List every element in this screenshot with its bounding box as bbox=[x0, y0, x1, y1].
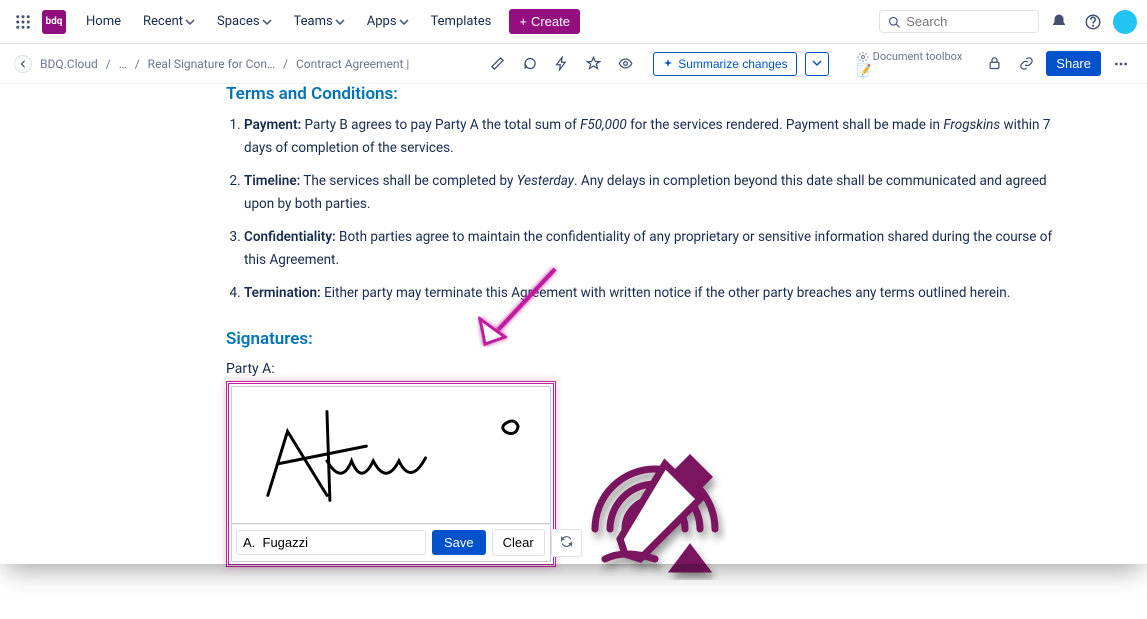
nav-templates[interactable]: Templates bbox=[423, 8, 500, 35]
star-icon[interactable] bbox=[581, 52, 605, 76]
signature-widget: Save Clear bbox=[226, 381, 556, 567]
term-label: Termination: bbox=[244, 285, 321, 301]
share-button[interactable]: Share bbox=[1046, 51, 1101, 76]
term-label: Payment: bbox=[244, 117, 301, 133]
signature-clear-button[interactable]: Clear bbox=[492, 529, 545, 556]
terms-list: Payment: Party B agrees to pay Party A t… bbox=[226, 114, 1147, 305]
document-content: Terms and Conditions: Payment: Party B a… bbox=[0, 84, 1147, 567]
more-icon[interactable] bbox=[1109, 52, 1133, 76]
signature-refresh-button[interactable] bbox=[551, 529, 582, 557]
signature-canvas[interactable] bbox=[231, 386, 551, 524]
search-icon bbox=[888, 15, 900, 29]
doc-toolbox-label: Document toolbox bbox=[873, 50, 963, 63]
chevron-down-icon bbox=[399, 17, 409, 27]
link-icon[interactable] bbox=[1014, 52, 1038, 76]
sidebar-collapse-icon[interactable] bbox=[14, 55, 32, 73]
term-label: Confidentiality: bbox=[244, 229, 336, 245]
refresh-icon bbox=[560, 535, 573, 548]
create-label: Create bbox=[531, 14, 570, 29]
chevron-down-icon bbox=[335, 17, 345, 27]
term-payment: Payment: Party B agrees to pay Party A t… bbox=[244, 114, 1147, 160]
term-text: Party B agrees to pay Party A the total … bbox=[301, 117, 580, 133]
nav-spaces-label: Spaces bbox=[217, 14, 260, 29]
restrict-icon[interactable] bbox=[982, 52, 1006, 76]
nav-teams[interactable]: Teams bbox=[286, 8, 353, 35]
breadcrumb-page1[interactable]: Real Signature for Con… bbox=[148, 57, 275, 71]
nav-teams-label: Teams bbox=[294, 14, 333, 29]
term-text: The services shall be completed by bbox=[300, 173, 516, 189]
terms-heading: Terms and Conditions: bbox=[226, 84, 1147, 104]
breadcrumb-sep: / bbox=[135, 57, 140, 71]
breadcrumb-sep: / bbox=[283, 57, 288, 71]
term-amount: F50,000 bbox=[580, 117, 627, 133]
summarize-dropdown[interactable] bbox=[805, 52, 829, 76]
nav-home[interactable]: Home bbox=[78, 8, 129, 35]
breadcrumb-bar: BDQ.Cloud / … / Real Signature for Con… … bbox=[0, 44, 1147, 84]
chevron-down-icon bbox=[812, 58, 822, 68]
breadcrumb-sep: / bbox=[106, 57, 111, 71]
term-confidentiality: Confidentiality: Both parties agree to m… bbox=[244, 226, 1147, 272]
edit-icon[interactable] bbox=[485, 52, 509, 76]
term-label: Timeline: bbox=[244, 173, 300, 189]
create-button[interactable]: + Create bbox=[509, 9, 580, 34]
term-text: for the services rendered. Payment shall… bbox=[627, 117, 944, 133]
signature-save-button[interactable]: Save bbox=[432, 530, 486, 555]
decorative-pen-icon bbox=[565, 439, 745, 619]
toolbox-note-icon: 📝 bbox=[857, 63, 963, 77]
sparkle-icon bbox=[662, 58, 674, 70]
signature-controls: Save Clear bbox=[231, 524, 551, 562]
party-a-label: Party A: bbox=[226, 361, 1147, 377]
nav-apps-label: Apps bbox=[367, 14, 397, 29]
term-termination: Termination: Either party may terminate … bbox=[244, 282, 1147, 305]
summarize-label: Summarize changes bbox=[678, 57, 787, 71]
app-logo[interactable]: bdq bbox=[42, 10, 66, 34]
lightning-icon[interactable] bbox=[549, 52, 573, 76]
comment-icon[interactable] bbox=[517, 52, 541, 76]
avatar[interactable] bbox=[1113, 10, 1137, 34]
term-text: Both parties agree to maintain the confi… bbox=[244, 229, 1052, 268]
gear-icon bbox=[857, 51, 869, 63]
nav-recent[interactable]: Recent bbox=[135, 8, 203, 35]
term-text: Either party may terminate this Agreemen… bbox=[321, 285, 1011, 301]
chevron-down-icon bbox=[262, 17, 272, 27]
nav-apps[interactable]: Apps bbox=[359, 8, 417, 35]
help-icon[interactable] bbox=[1079, 8, 1107, 36]
breadcrumb-page2[interactable]: Contract Agreement | bbox=[296, 57, 409, 71]
plus-icon: + bbox=[519, 14, 527, 29]
apps-launcher-icon[interactable] bbox=[10, 9, 36, 35]
nav-recent-label: Recent bbox=[143, 14, 183, 29]
summarize-changes-button[interactable]: Summarize changes bbox=[653, 52, 796, 76]
notifications-icon[interactable] bbox=[1045, 8, 1073, 36]
document-toolbox[interactable]: Document toolbox 📝 bbox=[857, 50, 963, 77]
signer-name-input[interactable] bbox=[236, 530, 426, 555]
term-currency: Frogskins bbox=[943, 117, 1000, 133]
chevron-down-icon bbox=[185, 17, 195, 27]
breadcrumb-space[interactable]: BDQ.Cloud bbox=[40, 57, 98, 71]
watch-icon[interactable] bbox=[613, 52, 637, 76]
term-timeline: Timeline: The services shall be complete… bbox=[244, 170, 1147, 216]
term-deadline: Yesterday bbox=[517, 173, 574, 189]
search-input[interactable] bbox=[906, 14, 1030, 29]
search-box[interactable] bbox=[879, 10, 1039, 33]
nav-spaces[interactable]: Spaces bbox=[209, 8, 280, 35]
breadcrumb-ellipsis[interactable]: … bbox=[119, 57, 127, 71]
top-nav: bdq Home Recent Spaces Teams Apps Templa… bbox=[0, 0, 1147, 44]
signatures-heading: Signatures: bbox=[226, 329, 1147, 349]
